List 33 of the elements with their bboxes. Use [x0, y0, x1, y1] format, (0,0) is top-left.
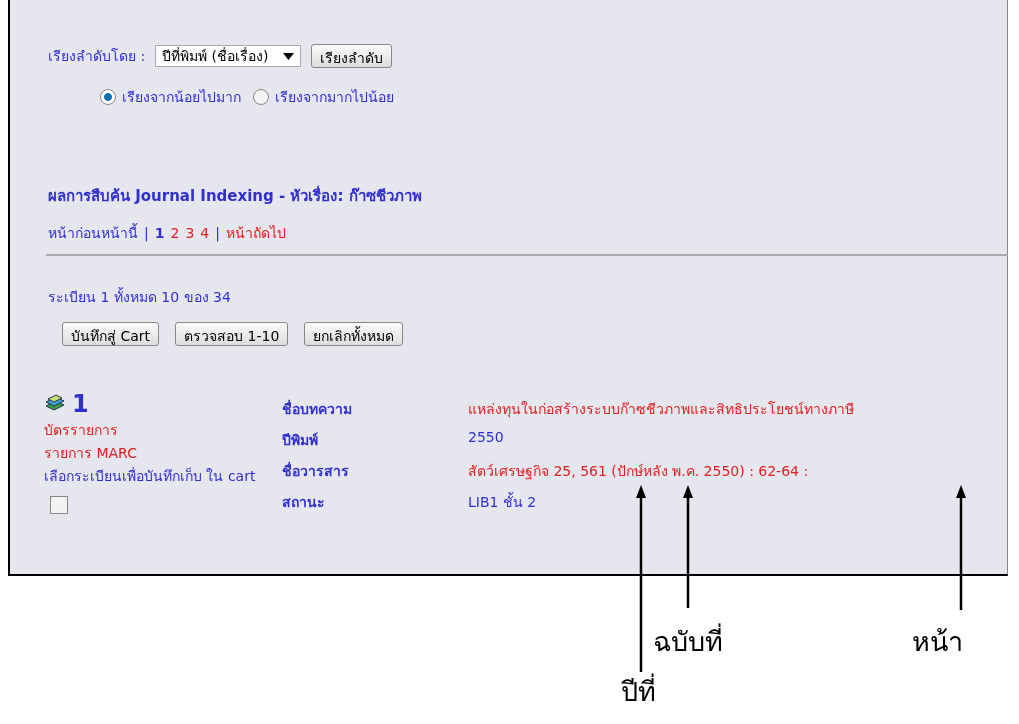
field-label: ชื่อวารสาร [282, 460, 350, 481]
field-label: ปีพิมพ์ [282, 431, 319, 450]
next-page-link[interactable]: หน้าถัดไป [225, 222, 286, 244]
field-value: แหล่งทุนในก่อสร้างระบบก๊าซชีวภาพและสิทธิประโยชน์ทางภาษี [468, 400, 854, 420]
field-label: สถานะ [282, 493, 326, 512]
record-summary: ระเบียน 1 ทั้งหมด 10 ของ 34 [48, 286, 232, 307]
page-link[interactable]: 3 [185, 225, 195, 241]
previous-page-link[interactable]: หน้าก่อนหน้านี้ [48, 222, 138, 244]
action-button[interactable]: ตรวจสอบ 1-10 [175, 322, 289, 346]
results-title: ผลการสืบค้น Journal Indexing - หัวเรื่อง: ก๊าซชีวภาพ [48, 184, 423, 207]
annotation-label: หน้า [912, 626, 963, 659]
separator: | [144, 225, 149, 241]
record-link[interactable]: บัตรรายการ [44, 419, 282, 441]
record-link[interactable]: รายการ MARC [44, 442, 282, 464]
record-number: 1 [72, 390, 89, 418]
sort-button[interactable]: เรียงลำดับ [310, 44, 392, 68]
separator: | [215, 225, 220, 241]
radio-label[interactable]: เรียงจากมากไปน้อย [275, 86, 394, 108]
field-label: ชื่อบทความ [282, 398, 353, 419]
field-value: 2550 [468, 429, 505, 447]
sort-label: เรียงลำดับโดย : [48, 47, 146, 66]
field-value: สัตว์เศรษฐกิจ 25, 561 (ปักษ์หลัง พ.ค. 2550) : 62-64 : [468, 462, 810, 482]
sort-dropdown[interactable]: ปีที่พิมพ์ (ชื่อเรื่อง) [155, 45, 301, 67]
radio-label[interactable]: เรียงจากน้อยไปมาก [122, 86, 241, 108]
annotation-label: ฉบับที่ [653, 620, 723, 663]
action-button[interactable]: บันทึกสู่ Cart [62, 322, 160, 346]
annotation-label: ปีที่ [621, 670, 656, 713]
page-link[interactable]: 1 [154, 225, 165, 241]
action-button[interactable]: ยกเลิกทั้งหมด [304, 322, 404, 346]
cart-label: เลือกระเบียนเพื่อบันทึกเก็บ ใน cart [44, 466, 257, 486]
page-link[interactable]: 2 [170, 225, 180, 241]
field-value: LIB1 ชั้น 2 [468, 491, 538, 512]
page-link[interactable]: 4 [200, 225, 210, 241]
